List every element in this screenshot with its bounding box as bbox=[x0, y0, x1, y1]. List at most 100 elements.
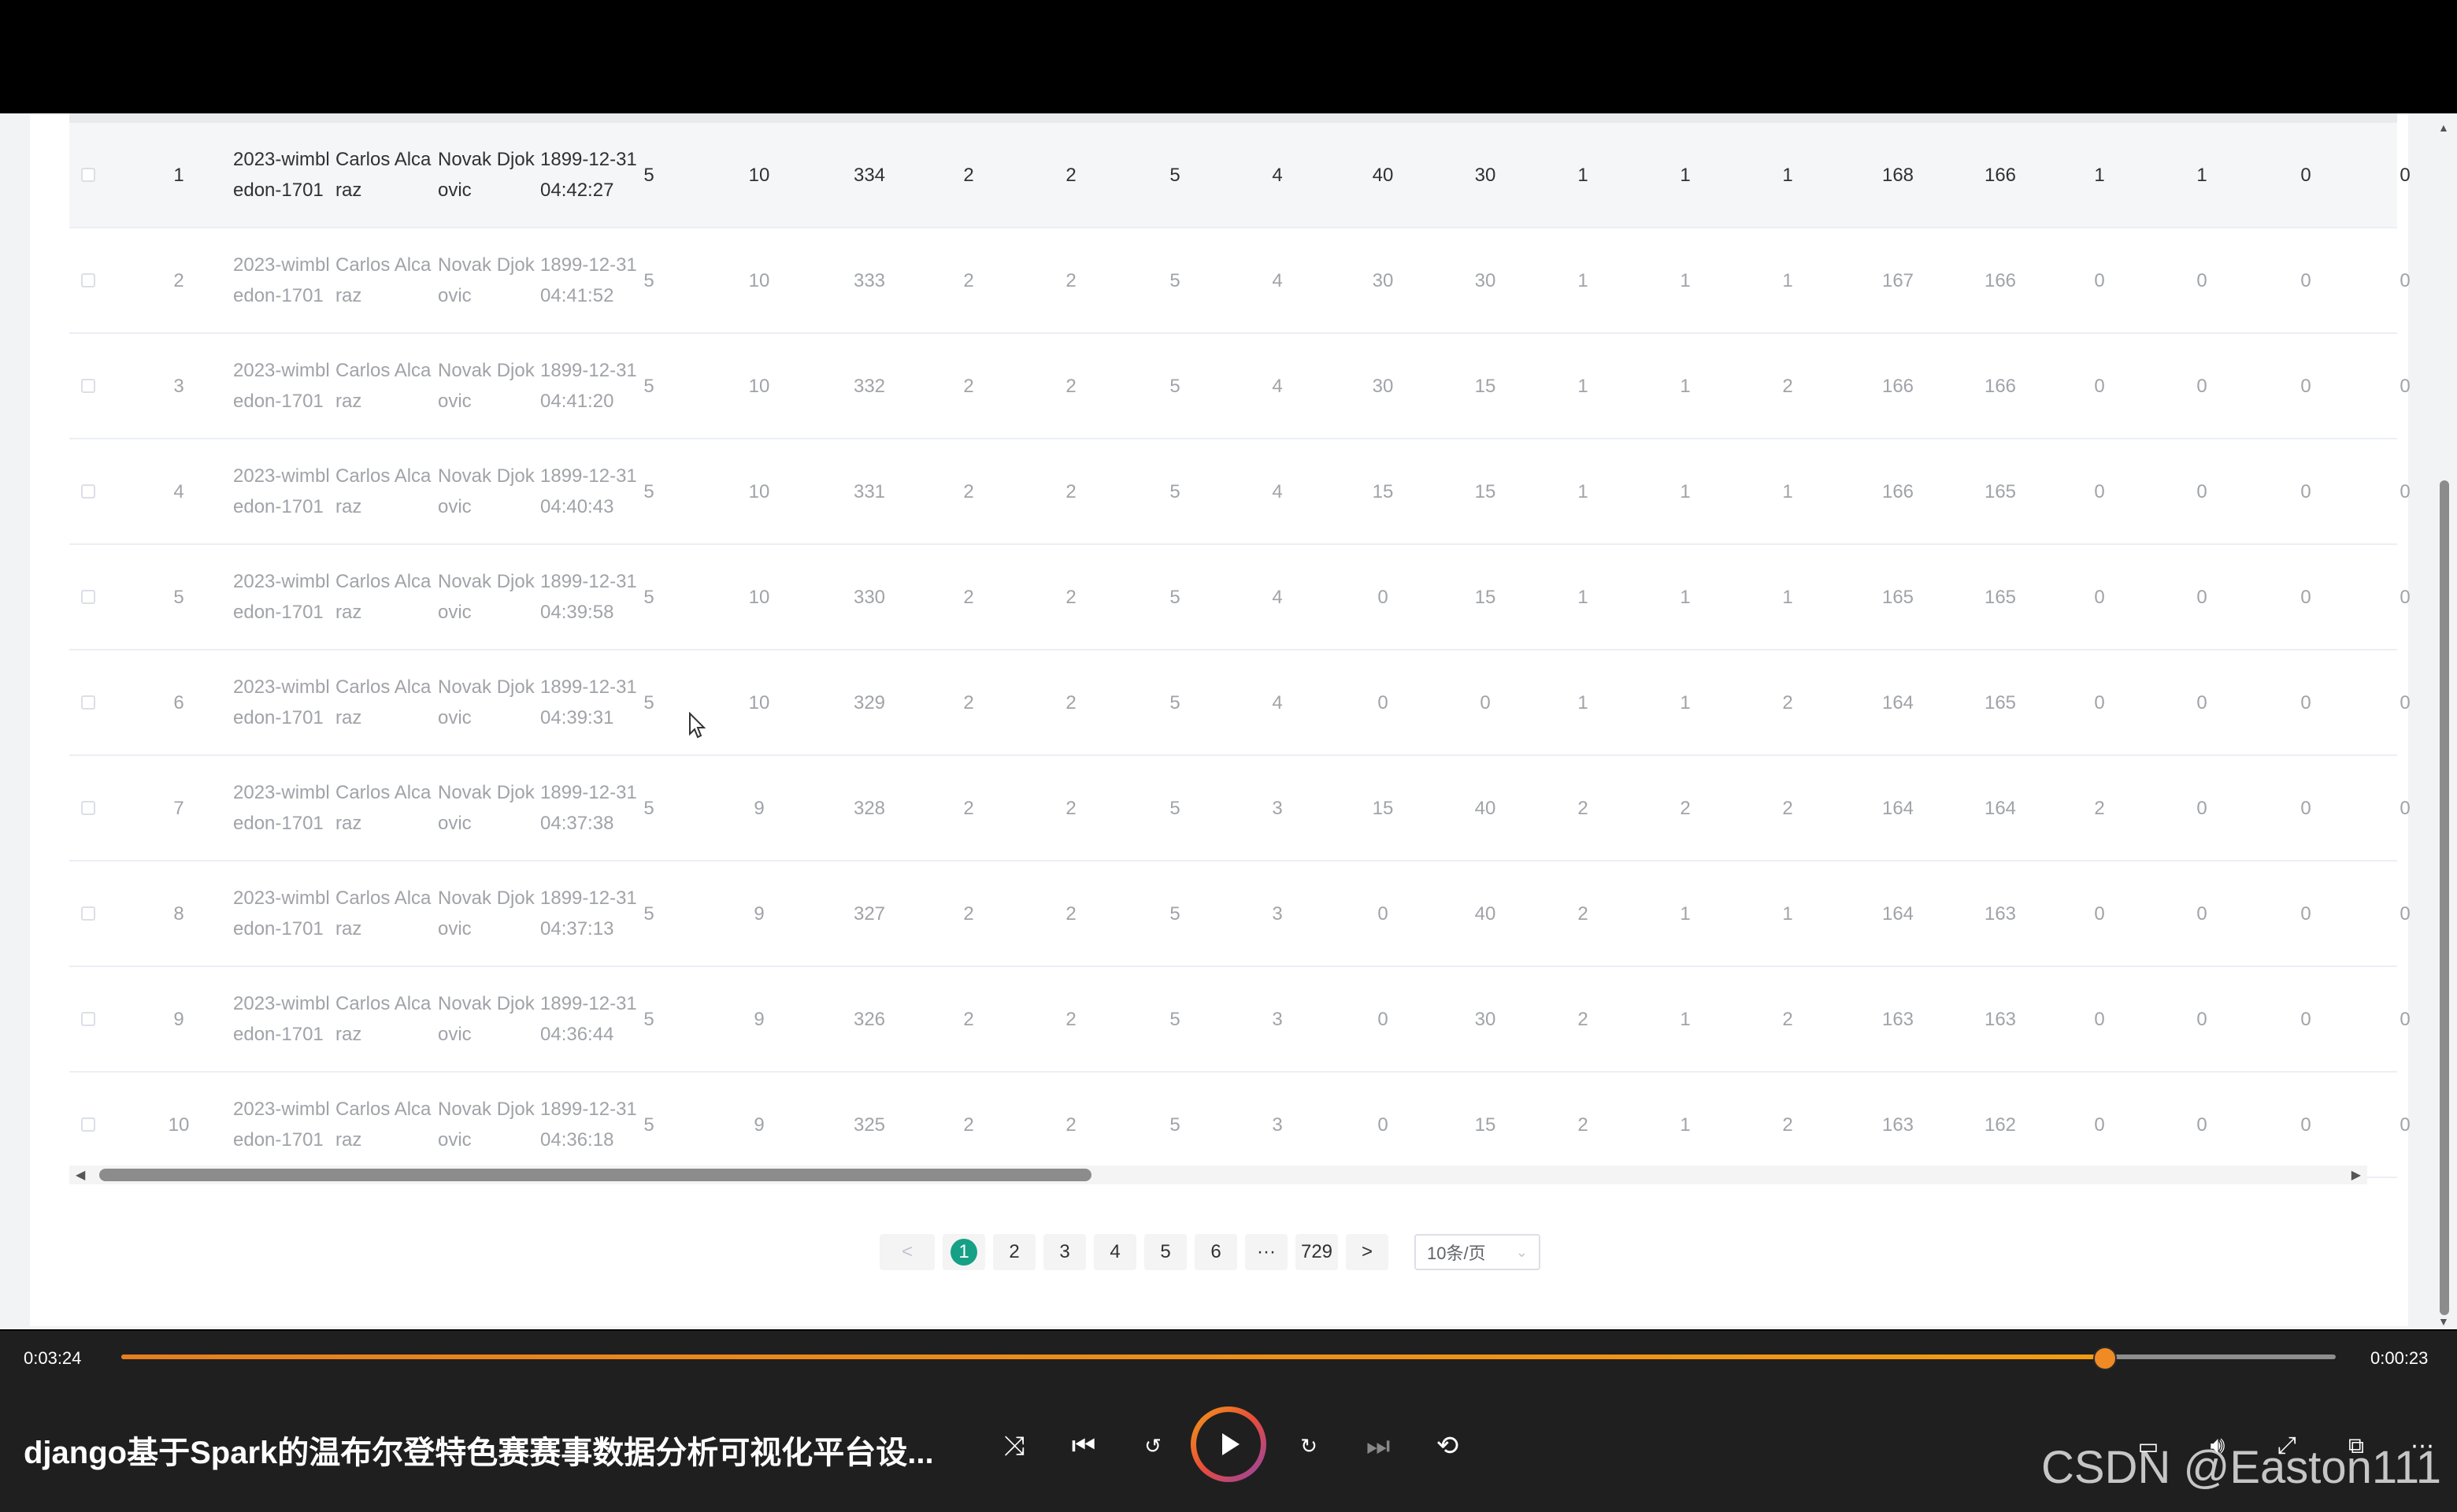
active-page-indicator: 1 bbox=[951, 1239, 977, 1266]
elapsed-time-cell: 1899-12-31 04:36:44 bbox=[540, 993, 637, 1045]
stat-cell-c17: 0 bbox=[2300, 586, 2311, 608]
stat-cell-c5: 2 bbox=[1065, 1114, 1077, 1136]
page-background: 1 2023-wimbledon-1701 Carlos Alcaraz Novak … bbox=[0, 113, 2457, 1329]
stat-cell-c2: 10 bbox=[748, 164, 770, 186]
player2-name: Novak Djokovic bbox=[438, 254, 535, 306]
stat-cell-c1: 5 bbox=[643, 375, 654, 397]
stat-cell-c5: 2 bbox=[1065, 480, 1077, 502]
stat-cell-c3: 329 bbox=[853, 691, 886, 713]
stat-cell-c16: 0 bbox=[2196, 269, 2207, 291]
stat-cell-c5: 2 bbox=[1065, 691, 1077, 713]
stat-cell-c7: 3 bbox=[1272, 1114, 1283, 1136]
stat-cell-c5: 2 bbox=[1065, 586, 1077, 608]
stat-cell-c11: 1 bbox=[1680, 375, 1691, 397]
page-3-button[interactable]: 3 bbox=[1043, 1234, 1086, 1270]
page-5-button[interactable]: 5 bbox=[1144, 1234, 1187, 1270]
scroll-up-icon[interactable]: ▲ bbox=[2438, 121, 2449, 134]
forward-30-icon[interactable]: ↻ bbox=[1288, 1425, 1329, 1466]
shuffle-icon[interactable]: ⤨ bbox=[994, 1425, 1035, 1466]
vertical-scrollbar[interactable]: ▲ ▼ bbox=[2435, 118, 2454, 1331]
play-button[interactable] bbox=[1191, 1406, 1266, 1482]
progress-track[interactable] bbox=[121, 1347, 2336, 1370]
stat-cell-c9: 40 bbox=[1474, 797, 1496, 819]
table-row[interactable]: 2 2023-wimbledon-1701 Carlos Alcaraz Novak … bbox=[69, 228, 2411, 334]
table-row[interactable]: 3 2023-wimbledon-1701 Carlos Alcaraz Novak … bbox=[69, 334, 2411, 439]
more-pages-button[interactable]: ··· bbox=[1245, 1234, 1288, 1270]
page-2-button[interactable]: 2 bbox=[993, 1234, 1036, 1270]
scroll-left-icon[interactable]: ◀ bbox=[76, 1167, 85, 1183]
stat-cell-c8: 0 bbox=[1377, 1114, 1388, 1136]
scroll-right-icon[interactable]: ▶ bbox=[2351, 1167, 2361, 1183]
stat-cell-c1: 5 bbox=[643, 797, 654, 819]
row-checkbox[interactable] bbox=[81, 1117, 95, 1132]
scroll-down-icon[interactable]: ▼ bbox=[2438, 1315, 2449, 1328]
row-checkbox[interactable] bbox=[81, 906, 95, 921]
prev-page-button[interactable]: < bbox=[880, 1234, 935, 1270]
stat-cell-c3: 325 bbox=[853, 1114, 886, 1136]
stat-cell-c10: 2 bbox=[1577, 902, 1588, 925]
page-6-button[interactable]: 6 bbox=[1195, 1234, 1237, 1270]
table-row[interactable]: 6 2023-wimbledon-1701 Carlos Alcaraz Novak … bbox=[69, 650, 2411, 756]
stat-cell-c13: 166 bbox=[1881, 480, 1914, 502]
stat-cell-c12: 2 bbox=[1782, 691, 1793, 713]
row-checkbox[interactable] bbox=[81, 379, 95, 393]
stat-cell-c14: 163 bbox=[1984, 1008, 2017, 1030]
vertical-scrollbar-thumb[interactable] bbox=[2440, 480, 2449, 1315]
stat-cell-c15: 0 bbox=[2094, 480, 2105, 502]
video-progress: 0:03:24 0:00:23 bbox=[0, 1336, 2457, 1370]
csdn-watermark: CSDN @Easton111 bbox=[2041, 1442, 2442, 1493]
stat-cell-c1: 5 bbox=[643, 902, 654, 925]
table-row[interactable]: 9 2023-wimbledon-1701 Carlos Alcaraz Novak … bbox=[69, 967, 2411, 1073]
stat-cell-c6: 5 bbox=[1169, 902, 1180, 925]
table-row[interactable]: 10 2023-wimbledon-1701 Carlos Alcaraz Novak… bbox=[69, 1073, 2411, 1178]
stat-cell-c14: 165 bbox=[1984, 480, 2017, 502]
page-1-button[interactable]: 1 bbox=[943, 1234, 985, 1270]
row-checkbox[interactable] bbox=[81, 484, 95, 498]
stat-cell-c11: 1 bbox=[1680, 902, 1691, 925]
table-row[interactable]: 1 2023-wimbledon-1701 Carlos Alcaraz Novak … bbox=[69, 123, 2411, 228]
stat-cell-c2: 10 bbox=[748, 586, 770, 608]
stat-cell-c2: 10 bbox=[748, 375, 770, 397]
stat-cell-c6: 5 bbox=[1169, 375, 1180, 397]
page-size-value: 10条/页 bbox=[1427, 1243, 1486, 1263]
row-checkbox-cell bbox=[72, 228, 104, 332]
rewind-10-icon[interactable]: ↺ bbox=[1132, 1425, 1173, 1466]
table-row[interactable]: 4 2023-wimbledon-1701 Carlos Alcaraz Novak … bbox=[69, 439, 2411, 545]
stat-cell-c18: 0 bbox=[2400, 480, 2411, 502]
stat-cell-c16: 0 bbox=[2196, 375, 2207, 397]
table-row[interactable]: 5 2023-wimbledon-1701 Carlos Alcaraz Novak … bbox=[69, 545, 2411, 650]
previous-track-icon[interactable]: ⏮ bbox=[1063, 1425, 1104, 1466]
row-checkbox-cell bbox=[72, 967, 104, 1071]
stat-cell-c15: 0 bbox=[2094, 691, 2105, 713]
row-checkbox[interactable] bbox=[81, 801, 95, 815]
table-row[interactable]: 8 2023-wimbledon-1701 Carlos Alcaraz Novak … bbox=[69, 862, 2411, 967]
scrollbar-thumb[interactable] bbox=[99, 1169, 1091, 1181]
horizontal-scrollbar[interactable]: ◀ ▶ bbox=[69, 1166, 2367, 1184]
next-track-icon[interactable]: ⏭ bbox=[1358, 1425, 1399, 1466]
stat-cell-c12: 2 bbox=[1782, 1008, 1793, 1030]
row-checkbox[interactable] bbox=[81, 273, 95, 287]
stat-cell-c6: 5 bbox=[1169, 1008, 1180, 1030]
row-checkbox[interactable] bbox=[81, 695, 95, 710]
progress-knob[interactable] bbox=[2092, 1347, 2117, 1370]
row-checkbox[interactable] bbox=[81, 1012, 95, 1026]
row-checkbox[interactable] bbox=[81, 168, 95, 182]
row-checkbox[interactable] bbox=[81, 590, 95, 604]
stat-cell-c14: 166 bbox=[1984, 269, 2017, 291]
stat-cell-c7: 3 bbox=[1272, 797, 1283, 819]
stat-cell-c5: 2 bbox=[1065, 1008, 1077, 1030]
last-page-button[interactable]: 729 bbox=[1295, 1234, 1338, 1270]
next-page-button[interactable]: > bbox=[1346, 1234, 1388, 1270]
stat-cell-c14: 166 bbox=[1984, 164, 2017, 186]
row-index: 10 bbox=[168, 1114, 190, 1136]
table-header-edge bbox=[69, 113, 2397, 123]
stat-cell-c17: 0 bbox=[2300, 1008, 2311, 1030]
table-row[interactable]: 7 2023-wimbledon-1701 Carlos Alcaraz Novak … bbox=[69, 756, 2411, 862]
page-size-select[interactable]: 10条/页 ⌄ bbox=[1414, 1234, 1540, 1270]
page-4-button[interactable]: 4 bbox=[1094, 1234, 1136, 1270]
stat-cell-c9: 30 bbox=[1474, 269, 1496, 291]
stat-cell-c7: 4 bbox=[1272, 269, 1283, 291]
loop-icon[interactable]: ⟲ bbox=[1427, 1425, 1468, 1466]
stat-cell-c15: 0 bbox=[2094, 375, 2105, 397]
stat-cell-c7: 4 bbox=[1272, 691, 1283, 713]
